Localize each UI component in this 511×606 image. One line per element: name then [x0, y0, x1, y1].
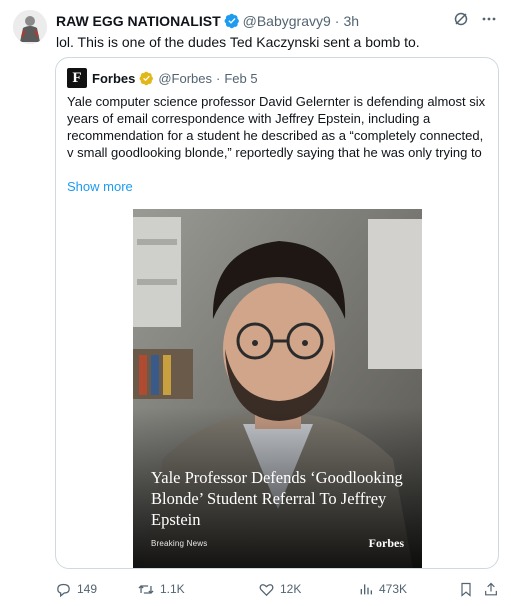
- quoted-tweet-image[interactable]: Yale Professor Defends ‘Goodlooking Blon…: [133, 209, 422, 568]
- quoted-tweet-card[interactable]: F Forbes @Forbes · Feb 5 Yale computer s…: [55, 57, 499, 569]
- quoted-tweet-text: Yale computer science professor David Ge…: [67, 94, 486, 160]
- avatar[interactable]: [13, 10, 47, 44]
- image-breaking-news: Breaking News: [151, 539, 208, 548]
- like-button[interactable]: 12K: [258, 578, 301, 600]
- like-count: 12K: [280, 582, 302, 596]
- author-name[interactable]: RAW EGG NATIONALIST: [56, 13, 221, 29]
- views-icon: [360, 584, 372, 595]
- quoted-author-name[interactable]: Forbes: [92, 71, 135, 86]
- grok-icon[interactable]: [453, 11, 469, 27]
- verified-badge-icon[interactable]: [224, 13, 240, 29]
- avatar-silhouette-icon: [13, 10, 47, 44]
- share-button[interactable]: [483, 578, 504, 600]
- separator: ·: [334, 13, 340, 29]
- retweet-icon: [138, 584, 154, 594]
- reply-button[interactable]: 149: [55, 578, 97, 600]
- quoted-author-handle[interactable]: @Forbes: [158, 71, 212, 86]
- share-icon: [485, 582, 497, 595]
- tweet-header: RAW EGG NATIONALIST @Babygravy9 · 3h: [56, 11, 497, 31]
- reply-icon: [57, 583, 70, 597]
- bookmark-icon: [461, 582, 471, 597]
- retweet-count: 1.1K: [160, 582, 185, 596]
- like-icon: [259, 583, 274, 596]
- views-button[interactable]: 473K: [358, 578, 407, 600]
- show-more-link[interactable]: Show more: [67, 179, 133, 194]
- more-icon[interactable]: [481, 11, 497, 27]
- image-headline: Yale Professor Defends ‘Goodlooking Blon…: [151, 468, 403, 529]
- forbes-logo: F: [67, 68, 87, 88]
- reply-count: 149: [77, 582, 98, 596]
- header-actions: [453, 11, 497, 27]
- quoted-separator: ·: [216, 70, 221, 86]
- retweet-button[interactable]: 1.1K: [137, 578, 185, 600]
- views-count: 473K: [379, 582, 408, 596]
- bookmark-button[interactable]: [458, 578, 479, 600]
- timestamp[interactable]: 3h: [343, 13, 359, 29]
- quoted-tweet-header: F Forbes @Forbes · Feb 5: [67, 68, 258, 88]
- quoted-timestamp[interactable]: Feb 5: [224, 71, 257, 86]
- image-brand-logo: Forbes: [368, 536, 404, 550]
- author-handle[interactable]: @Babygravy9: [243, 13, 331, 29]
- tweet-text: lol. This is one of the dudes Ted Kaczyn…: [56, 34, 420, 50]
- verified-gold-badge-icon[interactable]: [139, 71, 154, 86]
- tweet-action-bar: 149 1.1K 12K 473K: [55, 578, 500, 600]
